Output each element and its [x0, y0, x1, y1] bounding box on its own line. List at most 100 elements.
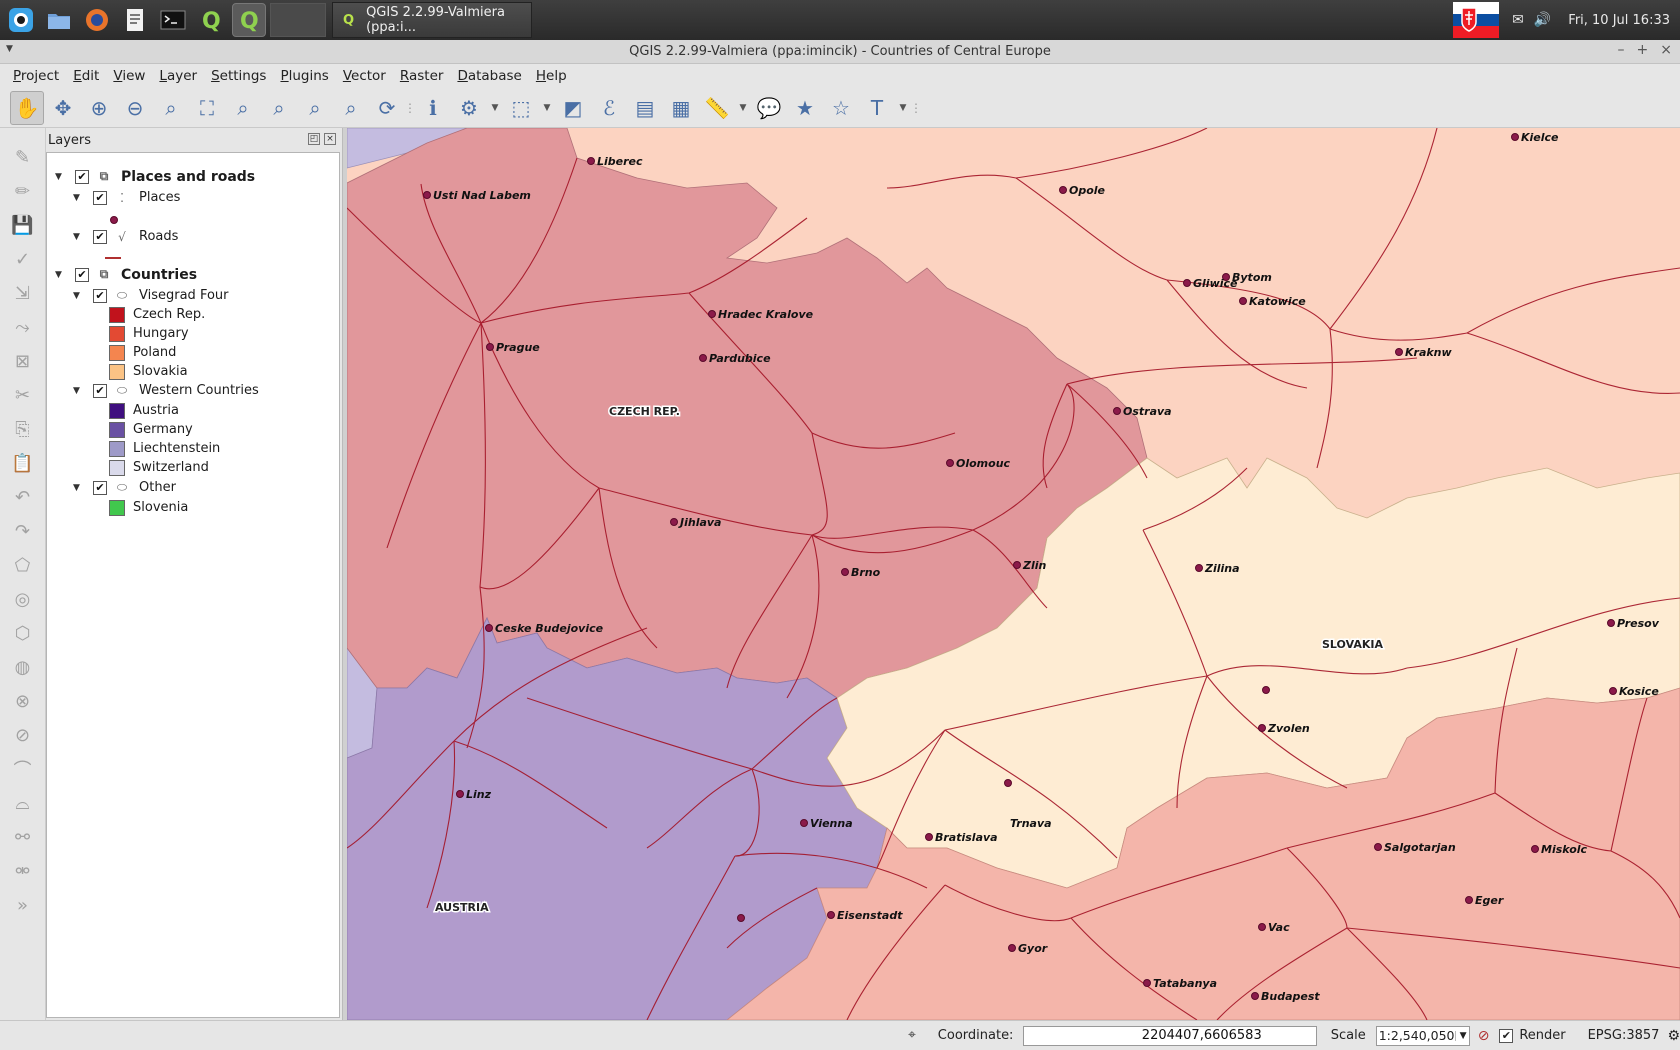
zoom-to-layer-icon[interactable]: ⌕ — [262, 91, 296, 125]
move-feature-icon[interactable]: ⇲ — [6, 276, 40, 310]
map-tips-icon[interactable]: 💬 — [752, 91, 786, 125]
expand-triangle-icon[interactable]: ▼ — [73, 291, 85, 301]
delete-selected-icon[interactable]: ⊠ — [6, 344, 40, 378]
save-edits-icon[interactable]: 💾 — [6, 208, 40, 242]
layer-checkbox[interactable]: ✔ — [93, 383, 107, 398]
layer-visegrad-four[interactable]: ▼ ✔ ⬭ Visegrad Four — [73, 286, 229, 305]
current-edits-icon[interactable]: ✎ — [6, 140, 40, 174]
taskbar-empty-slot[interactable] — [270, 3, 326, 37]
terminal-icon[interactable] — [156, 3, 190, 37]
menu-raster[interactable]: Raster — [393, 68, 451, 84]
menu-project[interactable]: Project — [6, 68, 66, 84]
new-bookmark-icon[interactable]: ★ — [788, 91, 822, 125]
fill-ring-icon[interactable]: ◍ — [6, 650, 40, 684]
menu-plugins[interactable]: Plugins — [273, 68, 335, 84]
menu-database[interactable]: Database — [450, 68, 528, 84]
select-features-icon[interactable]: ⬚ — [504, 91, 538, 125]
zoom-next-icon[interactable]: ⌕ — [334, 91, 368, 125]
expand-triangle-icon[interactable]: ▼ — [73, 386, 85, 396]
measure-line-icon[interactable]: 📏 — [700, 91, 734, 125]
chevron-down-icon[interactable]: ▼ — [896, 91, 910, 125]
legend-class-switzerland[interactable]: Switzerland — [109, 458, 209, 477]
toggle-editing-icon[interactable]: ✏ — [6, 174, 40, 208]
offset-curve-icon[interactable]: ⌓ — [6, 786, 40, 820]
show-bookmarks-icon[interactable]: ☆ — [824, 91, 858, 125]
system-menu-icon[interactable] — [4, 3, 38, 37]
layer-checkbox[interactable]: ✔ — [93, 288, 107, 303]
node-tool-icon[interactable]: ⤳ — [6, 310, 40, 344]
chevron-down-icon[interactable]: ▼ — [736, 91, 750, 125]
qgis-icon[interactable]: Q — [194, 3, 228, 37]
coordinate-toggle-icon[interactable]: ⌖ — [908, 1027, 926, 1045]
legend-class-germany[interactable]: Germany — [109, 420, 193, 439]
volume-icon[interactable]: 🔊 — [1534, 12, 1551, 28]
legend-class-slovakia[interactable]: Slovakia — [109, 362, 188, 381]
cut-features-icon[interactable]: ✂ — [6, 378, 40, 412]
window-menu-icon[interactable]: ▼ — [6, 44, 13, 54]
zoom-full-icon[interactable]: ⛶ — [190, 91, 224, 125]
paste-features-icon[interactable]: 📋 — [6, 446, 40, 480]
chevron-down-icon[interactable]: ▼ — [1454, 1030, 1469, 1041]
layer-checkbox[interactable]: ✔ — [93, 190, 107, 205]
clock[interactable]: Fri, 10 Jul 16:33 — [1568, 13, 1670, 28]
run-feature-action-icon[interactable]: ⚙ — [452, 91, 486, 125]
menu-settings[interactable]: Settings — [204, 68, 273, 84]
close-panel-icon[interactable]: × — [324, 133, 336, 145]
expand-triangle-icon[interactable]: ▼ — [55, 172, 67, 182]
layer-checkbox[interactable]: ✔ — [93, 229, 107, 244]
zoom-native-resolution-icon[interactable]: ⌕ — [154, 91, 188, 125]
layer-group-countries[interactable]: ▼ ✔ ⧉ Countries — [55, 265, 197, 284]
zoom-to-selection-icon[interactable]: ⌕ — [226, 91, 260, 125]
legend-class-liechtenstein[interactable]: Liechtenstein — [109, 439, 220, 458]
taskbar-qgis-button[interactable]: Q QGIS 2.2.99-Valmiera (ppa:i... — [332, 2, 532, 38]
legend-class-czech-rep[interactable]: Czech Rep. — [109, 305, 205, 324]
qgis-active-icon[interactable]: Q — [232, 3, 266, 37]
expand-triangle-icon[interactable]: ▼ — [73, 232, 85, 242]
layer-checkbox[interactable]: ✔ — [75, 169, 89, 184]
redo-icon[interactable]: ↷ — [6, 514, 40, 548]
legend-class-slovenia[interactable]: Slovenia — [109, 498, 188, 517]
simplify-feature-icon[interactable]: ⬠ — [6, 548, 40, 582]
zoom-last-icon[interactable]: ⌕ — [298, 91, 332, 125]
expand-triangle-icon[interactable]: ▼ — [73, 193, 85, 203]
keyboard-layout-flag-icon[interactable] — [1453, 2, 1500, 38]
float-panel-icon[interactable]: ◰ — [308, 133, 320, 145]
crs-status[interactable]: EPSG:3857 — [1588, 1028, 1660, 1043]
menu-view[interactable]: View — [106, 68, 152, 84]
pan-hand-icon[interactable]: ✋ — [10, 90, 44, 125]
stop-render-icon[interactable]: ⊘ — [1478, 1028, 1490, 1044]
messages-icon[interactable]: ⚙ — [1667, 1028, 1680, 1044]
maximize-icon[interactable]: + — [1637, 42, 1649, 58]
add-feature-icon[interactable]: ✓ — [6, 242, 40, 276]
attribute-table-icon[interactable]: ▤ — [628, 91, 662, 125]
delete-part-icon[interactable]: ⊘ — [6, 718, 40, 752]
zoom-out-icon[interactable]: ⊖ — [118, 91, 152, 125]
layer-roads[interactable]: ▼ ✔ √ Roads — [73, 227, 178, 246]
zoom-in-icon[interactable]: ⊕ — [82, 91, 116, 125]
layer-checkbox[interactable]: ✔ — [75, 267, 89, 282]
expand-triangle-icon[interactable]: ▼ — [55, 270, 67, 280]
deselect-all-icon[interactable]: ◩ — [556, 91, 590, 125]
menu-layer[interactable]: Layer — [152, 68, 204, 84]
copy-features-icon[interactable]: ⎘ — [6, 412, 40, 446]
text-annotation-icon[interactable]: T — [860, 91, 894, 125]
layer-other[interactable]: ▼ ✔ ⬭ Other — [73, 478, 176, 497]
undo-icon[interactable]: ↶ — [6, 480, 40, 514]
add-part-icon[interactable]: ⬡ — [6, 616, 40, 650]
chevron-down-icon[interactable]: ▼ — [540, 91, 554, 125]
mail-icon[interactable]: ✉ — [1512, 12, 1524, 28]
legend-class-hungary[interactable]: Hungary — [109, 324, 189, 343]
legend-class-poland[interactable]: Poland — [109, 343, 176, 362]
menu-edit[interactable]: Edit — [66, 68, 106, 84]
split-parts-icon[interactable]: ⚮ — [6, 854, 40, 888]
close-icon[interactable]: × — [1660, 42, 1672, 58]
map-svg[interactable]: CZECH REP. SLOVAKIA AUSTRIA Liberec Usti… — [347, 128, 1680, 1020]
identify-icon[interactable]: ℹ — [416, 91, 450, 125]
add-ring-icon[interactable]: ◎ — [6, 582, 40, 616]
delete-ring-icon[interactable]: ⊗ — [6, 684, 40, 718]
minimize-icon[interactable]: – — [1618, 42, 1625, 58]
expand-triangle-icon[interactable]: ▼ — [73, 483, 85, 493]
pan-to-selection-icon[interactable]: ✥ — [46, 91, 80, 125]
legend-class-austria[interactable]: Austria — [109, 401, 179, 420]
render-checkbox[interactable]: ✔ — [1499, 1028, 1514, 1043]
